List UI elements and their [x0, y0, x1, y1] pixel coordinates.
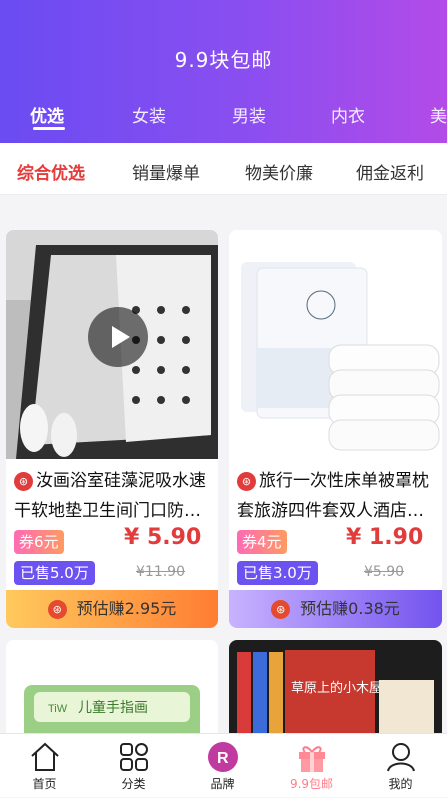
tab-featured[interactable]: 优选	[30, 102, 64, 127]
product-title: ⊛ 汝画浴室硅藻泥吸水速干软地垫卫生间门口防…	[14, 471, 206, 521]
play-video-icon[interactable]	[88, 307, 148, 367]
svg-text:R: R	[217, 750, 229, 767]
gift-icon	[298, 746, 325, 772]
coupon-badge: 券6元	[14, 530, 64, 554]
bottom-navigation: 首页 分类 R 品牌 9.9包邮 我的	[0, 733, 447, 797]
page-title: 9.9块包邮	[174, 48, 273, 72]
profile-icon	[386, 743, 415, 772]
sold-badge: 已售3.0万	[237, 561, 318, 585]
original-price: ¥11.90	[136, 564, 185, 580]
price: ¥ 5.90	[124, 525, 202, 550]
sort-tabs: 综合优选 销量爆单 物美价廉 佣金返利	[0, 143, 447, 195]
nav-mine[interactable]: 我的	[356, 734, 445, 798]
price: ¥ 1.90	[346, 525, 424, 550]
nav-category[interactable]: 分类	[89, 734, 178, 798]
category-tabs: 优选 女装 男装 内衣 美	[0, 102, 447, 132]
tmall-icon: ⊛	[271, 600, 291, 619]
nav-brand[interactable]: R 品牌	[178, 734, 267, 798]
tmall-icon: ⊛	[14, 471, 33, 491]
product-title: ⊛ 旅行一次性床单被罩枕套旅游四件套双人酒店…	[237, 471, 429, 521]
subtab-sales[interactable]: 销量爆单	[132, 159, 200, 184]
product-card[interactable]: TiW 儿童手指画	[6, 640, 218, 740]
tab-beauty[interactable]: 美	[430, 102, 447, 127]
product-image[interactable]	[6, 230, 218, 459]
tmall-icon: ⊛	[47, 600, 67, 619]
home-icon	[30, 742, 59, 771]
subtab-overall[interactable]: 综合优选	[17, 159, 85, 184]
tab-underline	[33, 127, 65, 130]
product-image[interactable]	[229, 230, 442, 459]
product-card[interactable]: ⊛ 汝画浴室硅藻泥吸水速干软地垫卫生间门口防… 券6元 ¥ 5.90 已售5.0万…	[6, 230, 218, 628]
svg-text:TiW: TiW	[48, 703, 68, 715]
product-cover-label: 草原上的小木屋	[291, 680, 382, 696]
original-price: ¥5.90	[364, 564, 405, 580]
tab-women[interactable]: 女装	[132, 102, 166, 127]
tmall-icon: ⊛	[237, 471, 256, 491]
tab-men[interactable]: 男装	[232, 102, 266, 127]
product-cover-label: 儿童手指画	[78, 699, 148, 716]
sold-badge: 已售5.0万	[14, 561, 95, 585]
nav-9-9-free-shipping[interactable]: 9.9包邮	[267, 734, 356, 798]
product-card[interactable]: 草原上的小木屋	[229, 640, 442, 740]
tab-underwear[interactable]: 内衣	[331, 102, 365, 127]
grid-icon	[119, 743, 148, 771]
product-image[interactable]: 草原上的小木屋	[229, 640, 442, 740]
coupon-badge: 券4元	[237, 530, 287, 554]
nav-home[interactable]: 首页	[0, 734, 89, 798]
subtab-value[interactable]: 物美价廉	[245, 159, 313, 184]
subtab-commission[interactable]: 佣金返利	[356, 159, 424, 184]
brand-r-icon: R	[207, 742, 238, 772]
estimated-earn-bar[interactable]: ⊛ 预估赚0.38元	[229, 590, 442, 628]
product-card[interactable]: ⊛ 旅行一次性床单被罩枕套旅游四件套双人酒店… 券4元 ¥ 1.90 已售3.0万…	[229, 230, 442, 628]
top-header: 9.9块包邮 优选 女装 男装 内衣 美	[0, 0, 447, 143]
product-image[interactable]: TiW 儿童手指画	[6, 640, 218, 740]
estimated-earn-bar[interactable]: ⊛ 预估赚2.95元	[6, 590, 218, 628]
